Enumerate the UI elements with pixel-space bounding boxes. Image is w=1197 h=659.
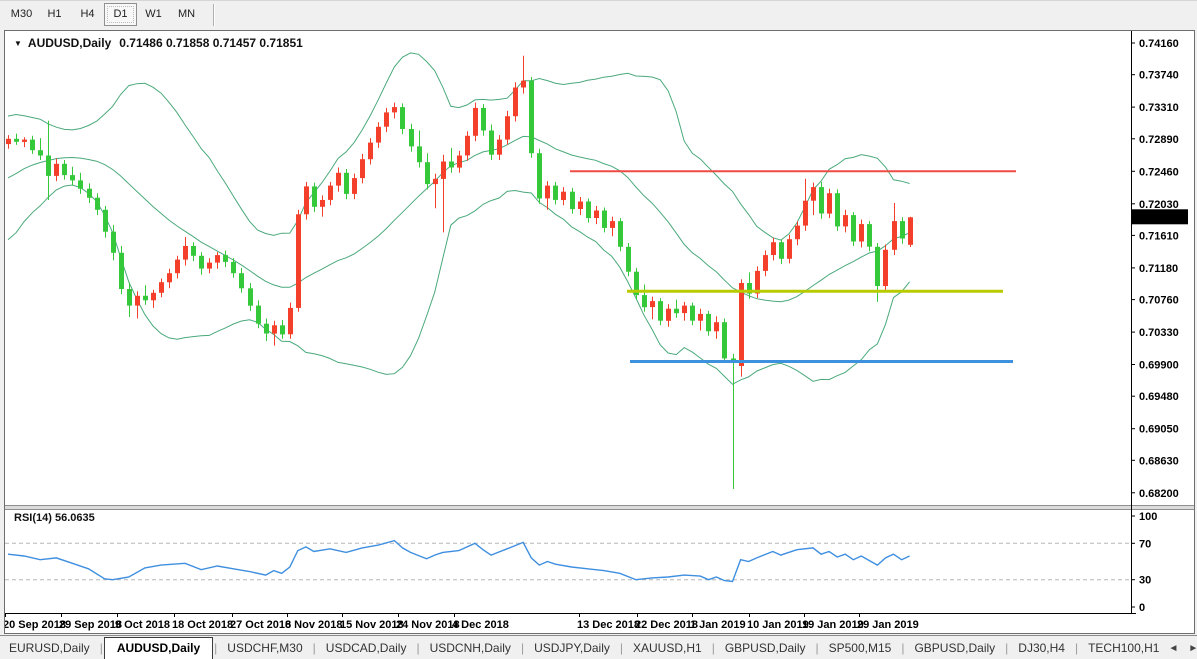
chart-tab-tech100-h1[interactable]: TECH100,H1 [1079,638,1168,658]
tab-scroll-left-icon[interactable]: ◄ [1168,643,1178,654]
price-axis-label: 0.69900 [1139,360,1179,372]
rsi-pane [5,541,1131,582]
tab-scroll-right-icon[interactable]: ► [1188,643,1197,654]
chart-tab-usdcnh-daily[interactable]: USDCNH,Daily [421,638,520,658]
chart-tab-gbpusd-daily[interactable]: GBPUSD,Daily [716,638,815,658]
price-axis-label: 0.73310 [1139,102,1179,114]
time-axis-label: 22 Dec 2018 [635,619,698,631]
price-axis-label: 0.73740 [1139,70,1179,82]
time-axis-label: 27 Oct 2018 [230,619,291,631]
price-axis-label: 0.70760 [1139,295,1179,307]
horizontal-object-lines [570,171,1016,361]
chart-menu-arrow-icon[interactable]: ▼ [14,39,22,48]
time-axis-label: 10 Jan 2019 [747,619,809,631]
main-price-pane [6,53,1016,489]
application-window: M30H1H4D1W1MN ▼ AUDUSD,Daily 0.71486 0.718… [0,0,1197,659]
price-axis-label: 0.71610 [1139,230,1179,242]
rsi-axis: 100 70 30 0 [1131,511,1157,614]
rsi-axis-label: 70 [1139,538,1151,550]
timeframe-button-d1[interactable]: D1 [104,3,137,26]
time-axis-label: 19 Jan 2019 [802,619,864,631]
chart-canvas[interactable]: 0.74160 0.73740 0.73310 0.72890 0.72460 0.720… [5,31,1194,633]
time-axis-label: 4 Dec 2018 [452,619,509,631]
time-axis-label: 20 Sep 2018 [5,619,66,631]
chart-tab-gbpusd-daily[interactable]: GBPUSD,Daily [905,638,1004,658]
toolbar-separator [213,4,215,26]
chart-tab-usdjpy-daily[interactable]: USDJPY,Daily [525,638,619,658]
timeframe-button-h1[interactable]: H1 [38,3,71,26]
bollinger-bands [8,53,910,384]
chart-tab-usdcad-daily[interactable]: USDCAD,Daily [317,638,416,658]
time-axis-label: 9 Oct 2018 [115,619,170,631]
time-axis-label: 15 Nov 2018 [340,619,404,631]
price-axis-label: 0.69050 [1139,424,1179,436]
time-axis-label: 1 Jan 2019 [690,619,746,631]
timeframe-button-h4[interactable]: H4 [71,3,104,26]
time-axis-label: 18 Oct 2018 [172,619,233,631]
chart-tab-xauusd-h1[interactable]: XAUUSD,H1 [624,638,711,658]
chart-tab-sp500-m15[interactable]: SP500,M15 [820,638,901,658]
chart-symbol-label: AUDUSD,Daily [28,36,111,50]
chart-tab-usdchf-m30[interactable]: USDCHF,M30 [218,638,311,658]
price-axis-label: 0.71180 [1139,263,1178,275]
time-axis-label: 6 Nov 2018 [285,619,342,631]
rsi-indicator-label: RSI(14) 56.0635 [14,512,95,524]
rsi-axis-label: 100 [1139,511,1157,523]
time-axis-label: 29 Jan 2019 [857,619,919,631]
price-axis-label: 0.72030 [1139,199,1179,211]
price-axis-label: 0.74160 [1139,38,1179,50]
price-axis: 0.74160 0.73740 0.73310 0.72890 0.72460 0.720… [1131,38,1188,500]
timeframe-button-w1[interactable]: W1 [137,3,170,26]
price-axis-label: 0.68200 [1139,488,1179,500]
bollinger-upper-band [8,53,910,240]
chart-tab-dj30-h4[interactable]: DJ30,H4 [1009,638,1074,658]
chart-ohlc-values: 0.71486 0.71858 0.71457 0.71851 [119,36,303,50]
chart-tab-bar: EURUSD,Daily|AUDUSD,Daily|USDCHF,M30|USD… [0,635,1197,659]
price-axis-label: 0.69480 [1139,391,1179,403]
time-axis: 20 Sep 201829 Sep 20189 Oct 201818 Oct 2… [5,613,919,631]
time-axis-label: 29 Sep 2018 [59,619,122,631]
price-axis-label: 0.72890 [1139,134,1179,146]
candlestick-series [6,56,913,489]
chart-tab-audusd-daily[interactable]: AUDUSD,Daily [104,637,213,659]
rsi-line [8,541,910,582]
rsi-axis-label: 0 [1139,602,1145,614]
rsi-axis-label: 30 [1139,575,1151,587]
chart-tab-eurusd-daily[interactable]: EURUSD,Daily [0,638,99,658]
time-axis-label: 13 Dec 2018 [577,619,640,631]
time-axis-label: 24 Nov 2018 [396,619,460,631]
chart-ohlc-readout: ▼ AUDUSD,Daily 0.71486 0.71858 0.71457 0.7… [14,36,303,50]
current-price-value: 0.71851 [1139,212,1179,224]
timeframe-toolbar: M30H1H4D1W1MN [0,0,1197,28]
price-axis-label: 0.72460 [1139,166,1179,178]
timeframe-button-mn[interactable]: MN [170,3,203,26]
chart-window: ▼ AUDUSD,Daily 0.71486 0.71858 0.71457 0.7… [4,30,1195,634]
price-axis-label: 0.68630 [1139,455,1179,467]
timeframe-button-m30[interactable]: M30 [5,3,38,26]
price-axis-label: 0.70330 [1139,327,1179,339]
bollinger-lower-band [8,185,910,384]
